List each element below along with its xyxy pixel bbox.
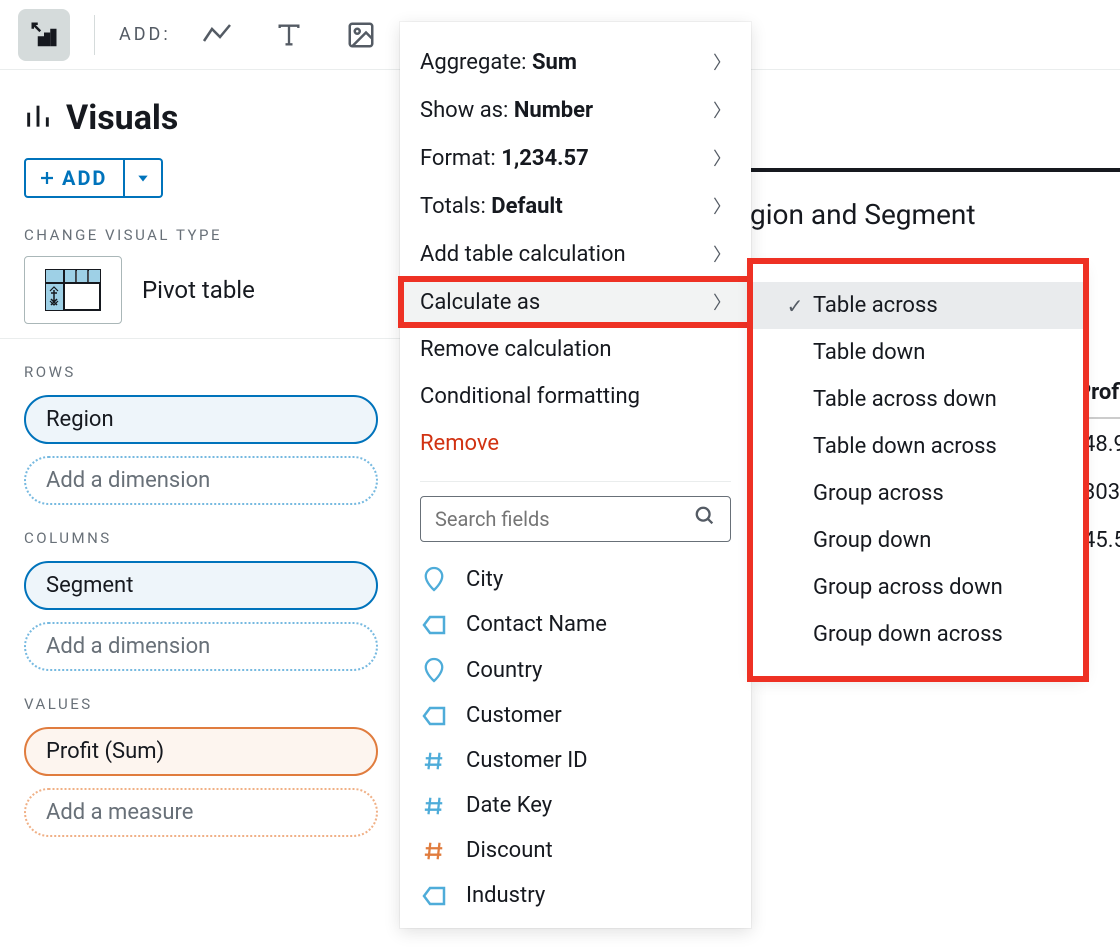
panel-title: Visuals (66, 98, 178, 138)
submenu-item-label: Table across down (813, 387, 997, 412)
field-name: Contact Name (466, 612, 607, 637)
menu-totals[interactable]: Totals: Default 〉 (400, 182, 751, 230)
toolbar-add-label: ADD: (119, 24, 171, 45)
visual-type-selector[interactable] (24, 256, 122, 324)
field-row-contact-name[interactable]: Contact Name (420, 602, 731, 647)
menu-remove-calculation[interactable]: Remove calculation (400, 326, 751, 373)
columns-label: COLUMNS (24, 529, 378, 547)
field-row-country[interactable]: Country (420, 647, 731, 693)
panel-divider (0, 338, 402, 339)
add-visual-button-group: ADD (24, 158, 378, 198)
field-name: Country (466, 658, 542, 683)
table-cell: 48.99 (1083, 432, 1120, 457)
field-name: Date Key (466, 793, 552, 818)
menu-add-table-calculation[interactable]: Add table calculation 〉 (400, 230, 751, 278)
change-visual-type-label: CHANGE VISUAL TYPE (24, 226, 378, 244)
visual-authoring-button[interactable] (18, 9, 70, 61)
add-visual-label: ADD (62, 166, 107, 190)
table-header-fragment: Profi (1077, 380, 1120, 419)
columns-add-dimension[interactable]: Add a dimension (24, 622, 378, 671)
submenu-item-table-down[interactable]: Table down (753, 329, 1083, 376)
chevron-right-icon: 〉 (713, 49, 731, 75)
submenu-item-label: Group down across (813, 622, 1003, 647)
geo-icon (420, 657, 448, 683)
field-name: Customer (466, 703, 562, 728)
submenu-item-label: Table down (813, 340, 925, 365)
menu-calculate-as[interactable]: Calculate as 〉 (400, 278, 751, 326)
search-fields-input[interactable] (435, 507, 694, 531)
columns-pill-segment[interactable]: Segment (24, 561, 378, 610)
submenu-item-table-down-across[interactable]: Table down across (753, 423, 1083, 470)
submenu-item-label: Group across (813, 481, 944, 506)
submenu-item-label: Group across down (813, 575, 1003, 600)
num-icon (420, 795, 448, 817)
chevron-right-icon: 〉 (713, 145, 731, 171)
submenu-item-group-across-down[interactable]: Group across down (753, 564, 1083, 611)
field-name: Industry (466, 883, 545, 908)
field-row-customer-id[interactable]: Customer ID (420, 738, 731, 783)
bar-chart-icon (24, 101, 52, 135)
field-row-industry[interactable]: Industry (420, 873, 731, 918)
visual-type-name: Pivot table (142, 276, 255, 304)
toolbar-separator (94, 15, 95, 55)
field-row-date-key[interactable]: Date Key (420, 783, 731, 828)
field-name: City (466, 567, 503, 592)
field-name: Discount (466, 838, 553, 863)
add-chart-button[interactable] (191, 9, 243, 61)
menu-conditional-formatting[interactable]: Conditional formatting (400, 373, 751, 420)
visual-title-fragment: gion and Segment (750, 198, 976, 231)
submenu-item-label: Group down (813, 528, 931, 553)
menu-aggregate[interactable]: Aggregate: Sum 〉 (400, 38, 751, 86)
rows-pill-region[interactable]: Region (24, 395, 378, 444)
visuals-panel: Visuals ADD CHANGE VISUAL TYPE (0, 70, 402, 879)
field-row-city[interactable]: City (420, 556, 731, 602)
values-pill-profit[interactable]: Profit (Sum) (24, 727, 378, 776)
calculate-as-submenu: ✓Table across Table down Table across down… (753, 264, 1083, 676)
menu-show-as[interactable]: Show as: Number 〉 (400, 86, 751, 134)
add-image-button[interactable] (335, 9, 387, 61)
rows-add-dimension[interactable]: Add a dimension (24, 456, 378, 505)
num-icon (420, 750, 448, 772)
search-fields-wrap (420, 496, 731, 542)
dim-icon (420, 615, 448, 635)
table-cell: 45.50 (1083, 528, 1120, 553)
chevron-right-icon: 〉 (713, 193, 731, 219)
submenu-item-group-down-across[interactable]: Group down across (753, 611, 1083, 658)
dim-icon (420, 706, 448, 726)
rows-label: ROWS (24, 363, 378, 381)
fields-list: City Contact Name Country Customer Customer … (400, 556, 751, 918)
submenu-item-group-down[interactable]: Group down (753, 517, 1083, 564)
add-visual-dropdown[interactable] (125, 158, 163, 198)
field-row-discount[interactable]: Discount (420, 828, 731, 873)
menu-divider (420, 481, 731, 482)
field-name: Customer ID (466, 748, 588, 773)
pivot-table-icon (45, 269, 101, 311)
search-icon (694, 505, 716, 533)
submenu-item-table-across[interactable]: ✓Table across (753, 282, 1083, 329)
check-icon: ✓ (777, 294, 813, 318)
chevron-right-icon: 〉 (713, 241, 731, 267)
field-row-customer[interactable]: Customer (420, 693, 731, 738)
submenu-item-label: Table across (813, 293, 938, 318)
values-add-measure[interactable]: Add a measure (24, 788, 378, 837)
values-label: VALUES (24, 695, 378, 713)
menu-format[interactable]: Format: 1,234.57 〉 (400, 134, 751, 182)
submenu-item-table-across-down[interactable]: Table across down (753, 376, 1083, 423)
add-visual-button[interactable]: ADD (24, 158, 125, 198)
dim-icon (420, 886, 448, 906)
chevron-right-icon: 〉 (713, 97, 731, 123)
num-orange-icon (420, 840, 448, 862)
geo-icon (420, 566, 448, 592)
menu-remove[interactable]: Remove (400, 420, 751, 467)
chevron-right-icon: 〉 (713, 289, 731, 315)
field-context-menu: Aggregate: Sum 〉 Show as: Number 〉 Forma… (400, 22, 751, 928)
submenu-item-label: Table down across (813, 434, 997, 459)
table-cell: 303. (1083, 480, 1120, 505)
submenu-item-group-across[interactable]: Group across (753, 470, 1083, 517)
add-text-button[interactable] (263, 9, 315, 61)
